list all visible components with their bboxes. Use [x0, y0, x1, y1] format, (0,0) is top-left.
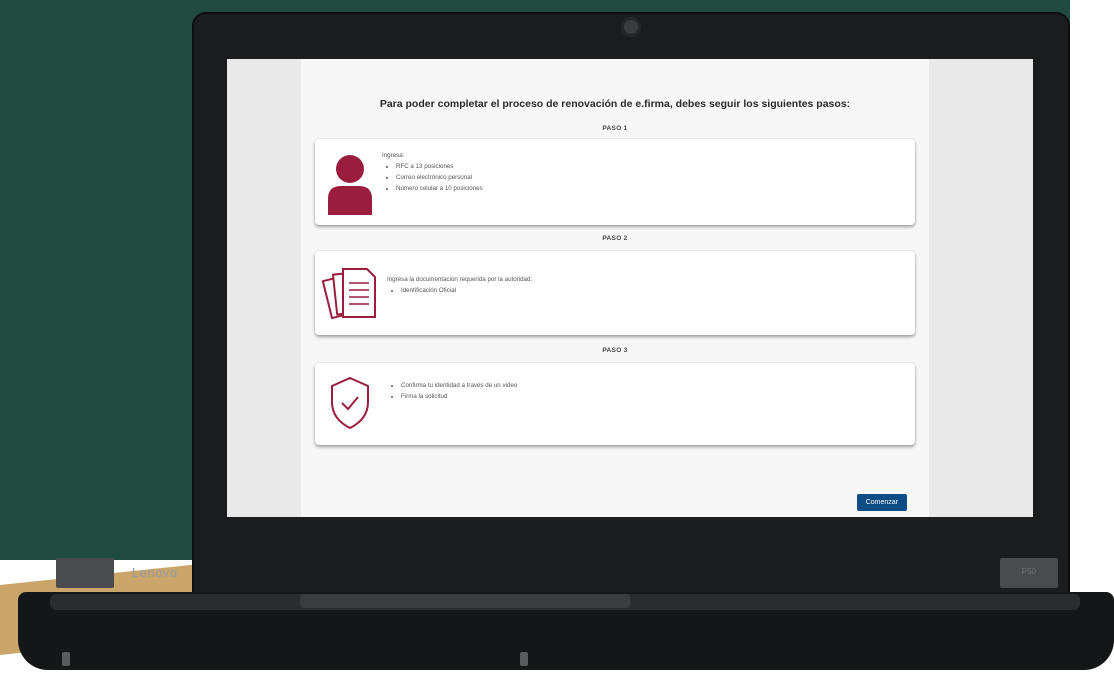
left-hinge	[56, 558, 114, 588]
start-button[interactable]: Comenzar	[856, 494, 907, 511]
step-3-text: Confirma tu identidad a través de un vid…	[387, 382, 517, 404]
laptop-foot-middle	[520, 652, 528, 666]
renewal-page: Para poder completar el proceso de renov…	[301, 59, 929, 517]
step-1-label: PASO 1	[602, 125, 628, 132]
page-title: Para poder completar el proceso de renov…	[379, 98, 851, 110]
laptop-foot-left	[62, 652, 70, 666]
user-icon	[328, 155, 372, 215]
step-3-card: Confirma tu identidad a través de un vid…	[315, 363, 915, 445]
shield-check-icon	[331, 376, 369, 430]
documents-icon	[321, 268, 376, 320]
step-1-text: Ingresa: RFC a 13 posiciones Correo elec…	[382, 152, 483, 196]
step-3-item: Confirma tu identidad a través de un vid…	[401, 382, 517, 389]
webcam-icon	[624, 20, 638, 34]
step-2-item: Identificación Oficial	[401, 287, 532, 294]
step-1-item: RFC a 13 posiciones	[396, 163, 483, 170]
laptop-model: P50	[1021, 567, 1036, 576]
step-1-item: Correo electrónico personal	[396, 174, 483, 181]
step-1-intro: Ingresa:	[382, 152, 405, 159]
trackpad	[300, 594, 630, 608]
step-2-card: Ingresa la documentación requerida por l…	[315, 251, 915, 335]
step-1-card: Ingresa: RFC a 13 posiciones Correo elec…	[315, 139, 915, 225]
step-2-text: Ingresa la documentación requerida por l…	[387, 276, 532, 298]
step-3-label: PASO 3	[602, 347, 628, 354]
step-2-intro: Ingresa la documentación requerida por l…	[387, 276, 533, 283]
laptop-brand: Lenovo	[132, 565, 178, 580]
step-3-item: Firma la solicitud	[401, 393, 517, 400]
laptop-screen: Para poder completar el proceso de renov…	[227, 59, 1033, 517]
step-2-label: PASO 2	[602, 235, 628, 242]
step-1-item: Número celular a 10 posiciones	[396, 185, 483, 192]
laptop-lid: Para poder completar el proceso de renov…	[192, 12, 1070, 596]
